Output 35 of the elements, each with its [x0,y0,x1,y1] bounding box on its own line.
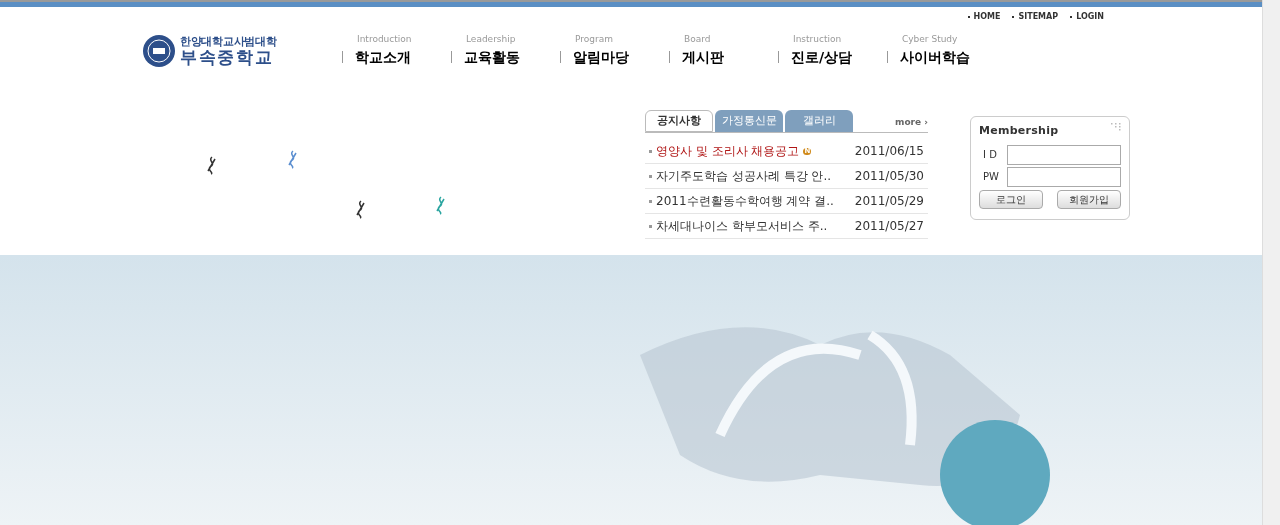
school-emblem-icon [142,33,176,68]
notice-title[interactable]: 2011수련활동수학여행 계약 결.. [656,192,834,210]
board-tab[interactable]: 공지사항 [645,110,713,132]
utility-link[interactable]: LOGIN [1070,11,1104,23]
notice-title[interactable]: 자기주도학습 성공사례 특강 안.. [656,167,832,185]
nav-menu-item[interactable]: Introduction 학교소개 [342,33,451,68]
nav-menu-item[interactable]: Cyber Study 사이버학습 [887,33,996,68]
utility-link[interactable]: HOME [967,11,1001,23]
nav-menu-item[interactable]: Leadership 교육활동 [451,33,560,68]
login-input-field[interactable] [1007,144,1121,165]
membership-title: Membership [979,123,1059,139]
school-affiliation: 한양대학교사범대학 [180,35,277,47]
member-button[interactable]: 회원가입 [1057,189,1121,209]
script-ornament-drawing [205,155,219,175]
notice-date: 2011/06/15 [854,143,925,160]
more-link[interactable]: more › [895,115,928,129]
notice-date: 2011/05/29 [854,193,925,210]
login-input-field[interactable] [1007,166,1121,187]
scrollbar[interactable] [1262,0,1280,525]
script-ornament-drawing [286,149,300,169]
utility-link[interactable]: SITEMAP [1012,11,1059,23]
notice-title[interactable]: 영양사 및 조리사 채용공고 [656,142,800,160]
field-label: PW [982,170,1000,184]
field-label: I D [982,148,998,162]
notice-title[interactable]: 차세대나이스 학부모서비스 주.. [656,217,828,235]
script-ornament-drawing [434,195,448,215]
script-ornament-drawing [354,199,368,219]
member-button[interactable]: 로그인 [979,189,1043,209]
notice-date: 2011/05/27 [854,218,925,235]
dots-icon [1111,123,1121,131]
nav-menu-item[interactable]: Instruction 진로/상담 [778,33,887,68]
nav-menu-item[interactable]: Board 게시판 [669,33,778,68]
nav-menu-item[interactable]: Program 알림마당 [560,33,669,68]
school-name: 부속중학교 [180,48,274,66]
notice-date: 2011/05/30 [854,168,925,185]
